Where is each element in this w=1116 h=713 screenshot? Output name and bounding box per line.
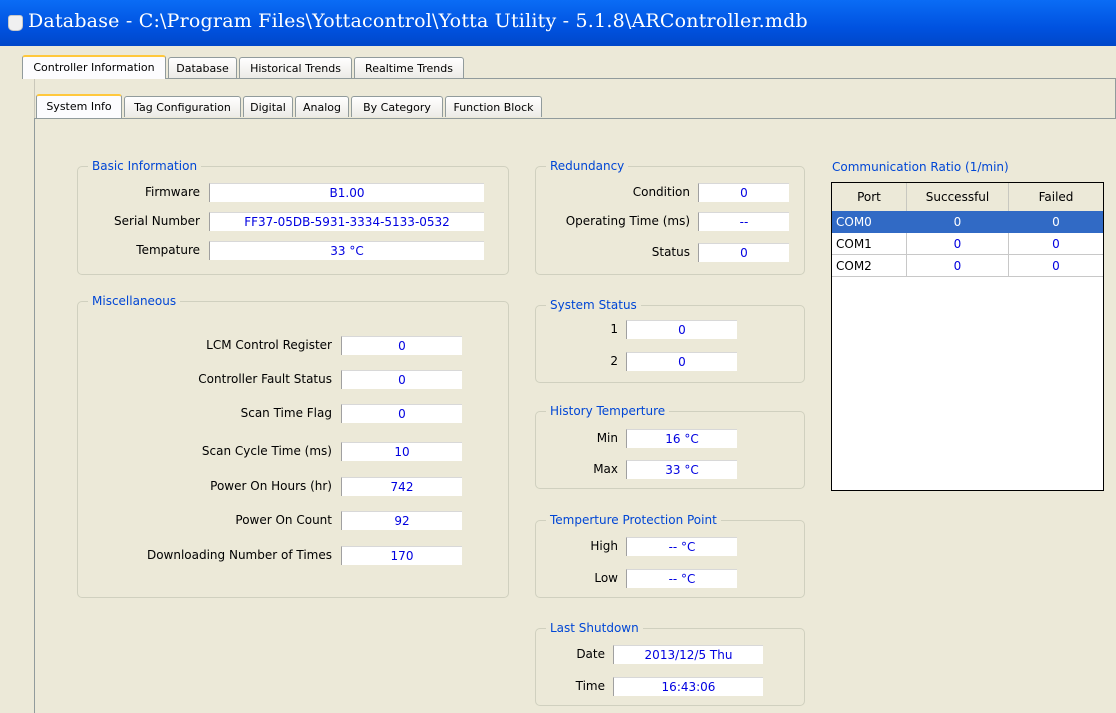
tab-realtime-trends[interactable]: Realtime Trends <box>354 57 464 78</box>
controller-fault-status-field: 0 <box>341 370 462 389</box>
temperature-protection-title: Temperture Protection Point <box>546 512 721 528</box>
protection-high-field: -- °C <box>626 537 737 556</box>
grid-cell-successful: 0 <box>907 233 1009 255</box>
grid-cell-successful: 0 <box>907 255 1009 277</box>
scan-cycle-time-label: Scan Cycle Time (ms) <box>201 444 332 458</box>
tab-controller-information[interactable]: Controller Information <box>22 55 166 79</box>
grid-row[interactable]: COM2 0 0 <box>832 255 1103 277</box>
serial-number-field: FF37-05DB-5931-3334-5133-0532 <box>209 212 484 231</box>
operating-time-field: -- <box>698 212 789 231</box>
tab-by-category[interactable]: By Category <box>351 96 443 117</box>
grid-cell-failed: 0 <box>1009 233 1103 255</box>
firmware-field: B1.00 <box>209 183 484 202</box>
serial-number-label: Serial Number <box>114 214 200 228</box>
grid-header-failed[interactable]: Failed <box>1009 183 1103 211</box>
shutdown-date-label: Date <box>576 647 605 661</box>
tab-tag-configuration[interactable]: Tag Configuration <box>124 96 241 117</box>
system-status-group: System Status <box>535 297 805 383</box>
temperature-label: Tempature <box>136 243 200 257</box>
grid-cell-failed: 0 <box>1009 211 1103 233</box>
shutdown-time-field: 16:43:06 <box>613 677 763 696</box>
power-on-count-label: Power On Count <box>235 513 332 527</box>
operating-time-label: Operating Time (ms) <box>565 214 690 228</box>
system-status-2-label: 2 <box>610 354 618 368</box>
shutdown-time-label: Time <box>575 679 605 693</box>
grid-cell-port: COM2 <box>832 255 907 277</box>
communication-ratio-title: Communication Ratio (1/min) <box>832 160 1009 174</box>
condition-field: 0 <box>698 183 789 202</box>
scan-time-flag-label: Scan Time Flag <box>240 406 332 420</box>
tab-digital[interactable]: Digital <box>243 96 293 117</box>
shutdown-date-field: 2013/12/5 Thu <box>613 645 763 664</box>
history-min-field: 16 °C <box>626 429 737 448</box>
lcm-control-register-field: 0 <box>341 336 462 355</box>
protection-low-label: Low <box>594 571 618 585</box>
redundancy-status-label: Status <box>651 245 690 259</box>
downloading-number-field: 170 <box>341 546 462 565</box>
tab-function-block[interactable]: Function Block <box>445 96 542 117</box>
redundancy-status-field: 0 <box>698 243 789 262</box>
power-on-hours-label: Power On Hours (hr) <box>210 479 332 493</box>
window-title: Database - C:\Program Files\Yottacontrol… <box>28 10 808 32</box>
history-max-label: Max <box>593 462 618 476</box>
power-on-hours-field: 742 <box>341 477 462 496</box>
grid-cell-successful: 0 <box>907 211 1009 233</box>
system-status-1-field: 0 <box>626 320 737 339</box>
history-temperature-title: History Temperture <box>546 403 670 419</box>
grid-cell-failed: 0 <box>1009 255 1103 277</box>
grid-row[interactable]: COM0 0 0 <box>832 211 1103 233</box>
panel-left-strip <box>20 78 35 713</box>
tab-historical-trends[interactable]: Historical Trends <box>239 57 352 78</box>
title-bar[interactable]: Database - C:\Program Files\Yottacontrol… <box>0 0 1116 46</box>
database-icon <box>8 15 23 31</box>
basic-information-title: Basic Information <box>88 158 202 174</box>
system-status-title: System Status <box>546 297 641 313</box>
temperature-field: 33 °C <box>209 241 484 260</box>
controller-fault-status-label: Controller Fault Status <box>198 372 332 386</box>
tab-analog[interactable]: Analog <box>295 96 349 117</box>
grid-cell-port: COM0 <box>832 211 907 233</box>
protection-low-field: -- °C <box>626 569 737 588</box>
grid-header-successful[interactable]: Successful <box>907 183 1009 211</box>
condition-label: Condition <box>632 185 690 199</box>
redundancy-title: Redundancy <box>546 158 629 174</box>
system-status-1-label: 1 <box>610 322 618 336</box>
sub-tab-bar: System Info Tag Configuration Digital An… <box>36 94 556 118</box>
scan-time-flag-field: 0 <box>341 404 462 423</box>
system-status-2-field: 0 <box>626 352 737 371</box>
grid-cell-port: COM1 <box>832 233 907 255</box>
protection-high-label: High <box>590 539 618 553</box>
tab-system-info[interactable]: System Info <box>36 94 122 118</box>
power-on-count-field: 92 <box>341 511 462 530</box>
last-shutdown-title: Last Shutdown <box>546 620 643 636</box>
main-tab-bar: Controller Information Database Historic… <box>22 55 482 79</box>
history-min-label: Min <box>596 431 618 445</box>
scan-cycle-time-field: 10 <box>341 442 462 461</box>
grid-header-port[interactable]: Port <box>832 183 907 211</box>
history-max-field: 33 °C <box>626 460 737 479</box>
lcm-control-register-label: LCM Control Register <box>206 338 332 352</box>
grid-header: Port Successful Failed <box>832 183 1103 211</box>
communication-grid[interactable]: Port Successful Failed COM0 0 0 COM1 0 0… <box>831 182 1104 491</box>
tab-database[interactable]: Database <box>168 57 237 78</box>
firmware-label: Firmware <box>145 185 200 199</box>
grid-row[interactable]: COM1 0 0 <box>832 233 1103 255</box>
miscellaneous-title: Miscellaneous <box>88 293 181 309</box>
downloading-number-label: Downloading Number of Times <box>146 548 332 562</box>
